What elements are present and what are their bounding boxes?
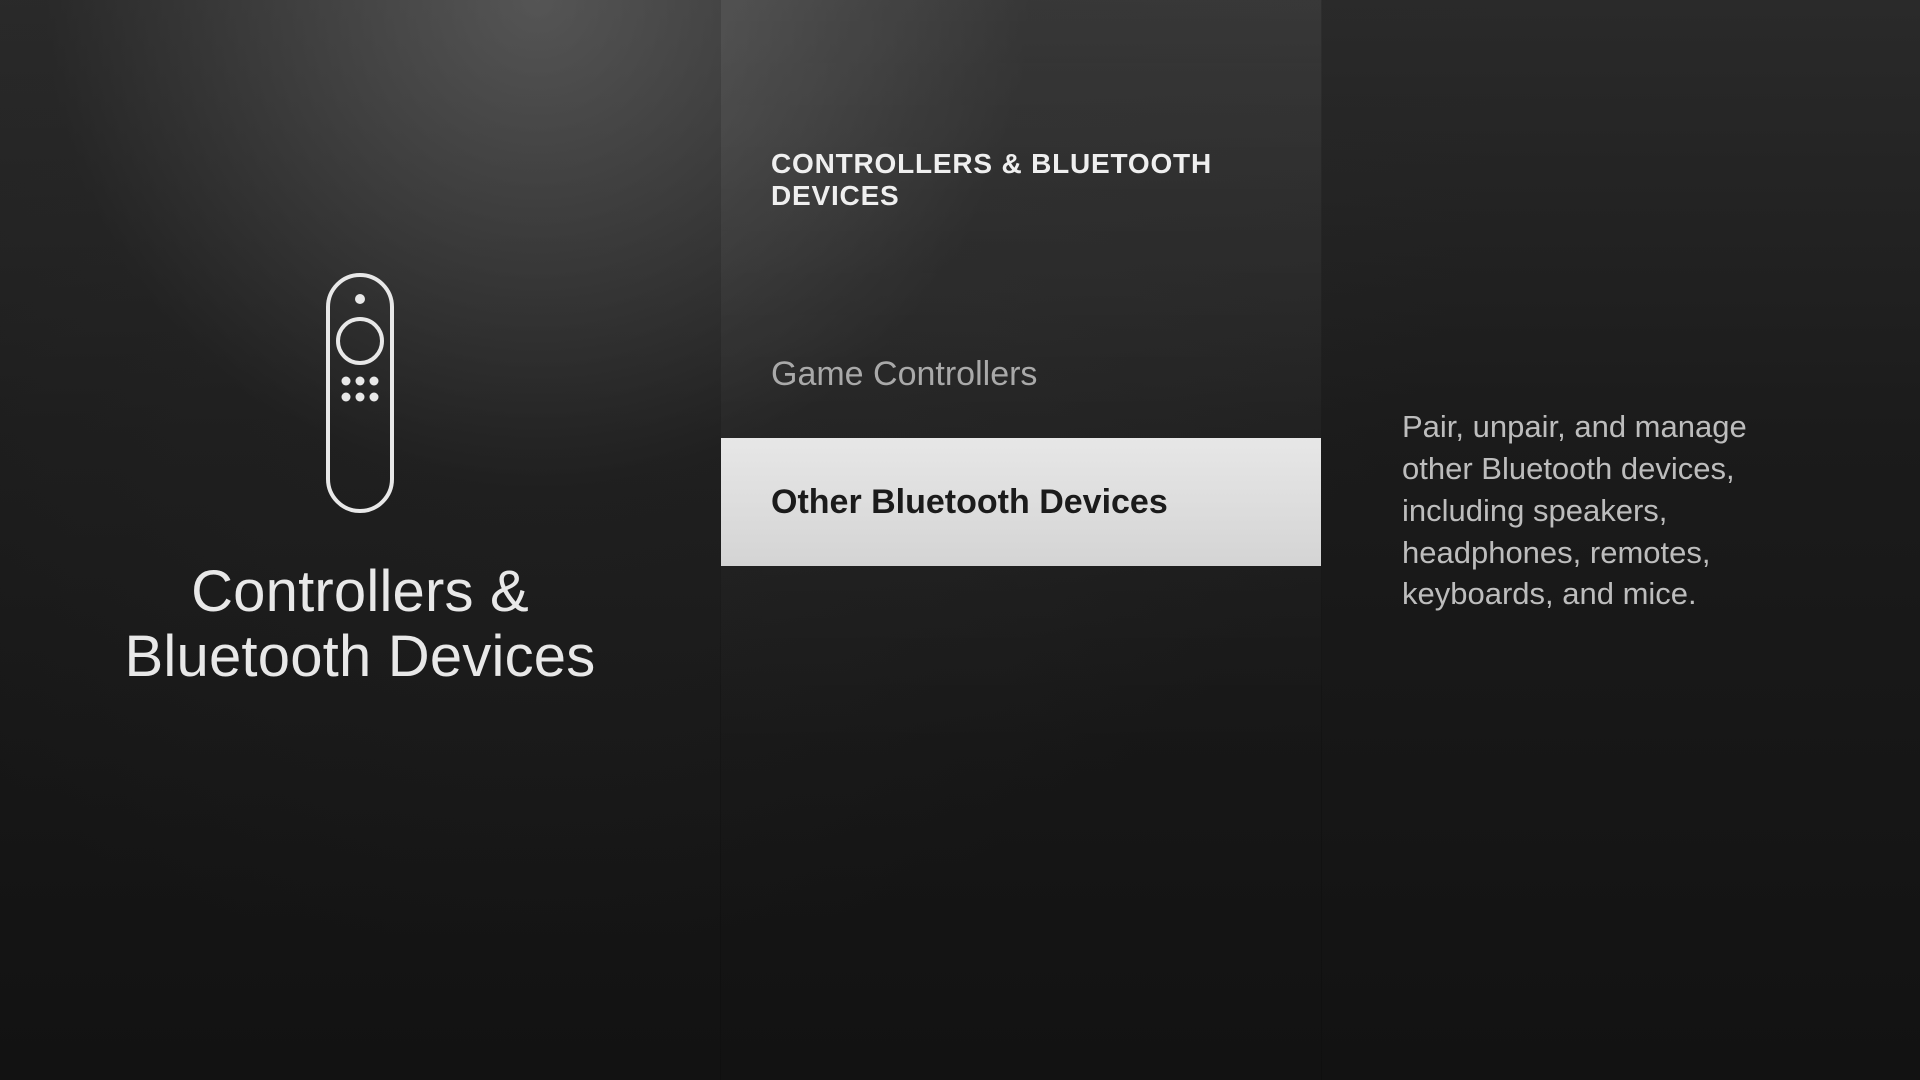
menu-item-game-controllers[interactable]: Game Controllers	[721, 310, 1321, 438]
menu-item-label: Game Controllers	[771, 355, 1037, 394]
category-title-line2: Bluetooth Devices	[125, 624, 596, 689]
category-title: Controllers & Bluetooth Devices	[125, 560, 596, 690]
menu-heading: CONTROLLERS & BLUETOOTH DEVICES	[721, 0, 1321, 212]
menu-item-other-bluetooth-devices[interactable]: Other Bluetooth Devices	[721, 438, 1321, 566]
category-panel: Controllers & Bluetooth Devices	[0, 0, 720, 1080]
menu-panel: CONTROLLERS & BLUETOOTH DEVICES Game Con…	[720, 0, 1322, 1080]
remote-icon	[324, 271, 396, 520]
menu-list: Game Controllers Other Bluetooth Devices	[721, 310, 1321, 566]
description-panel: Pair, unpair, and manage other Bluetooth…	[1322, 0, 1920, 1080]
category-title-line1: Controllers &	[191, 559, 529, 624]
menu-item-description: Pair, unpair, and manage other Bluetooth…	[1402, 406, 1800, 615]
menu-item-label: Other Bluetooth Devices	[771, 483, 1168, 522]
settings-screen: Controllers & Bluetooth Devices CONTROLL…	[0, 0, 1920, 1080]
